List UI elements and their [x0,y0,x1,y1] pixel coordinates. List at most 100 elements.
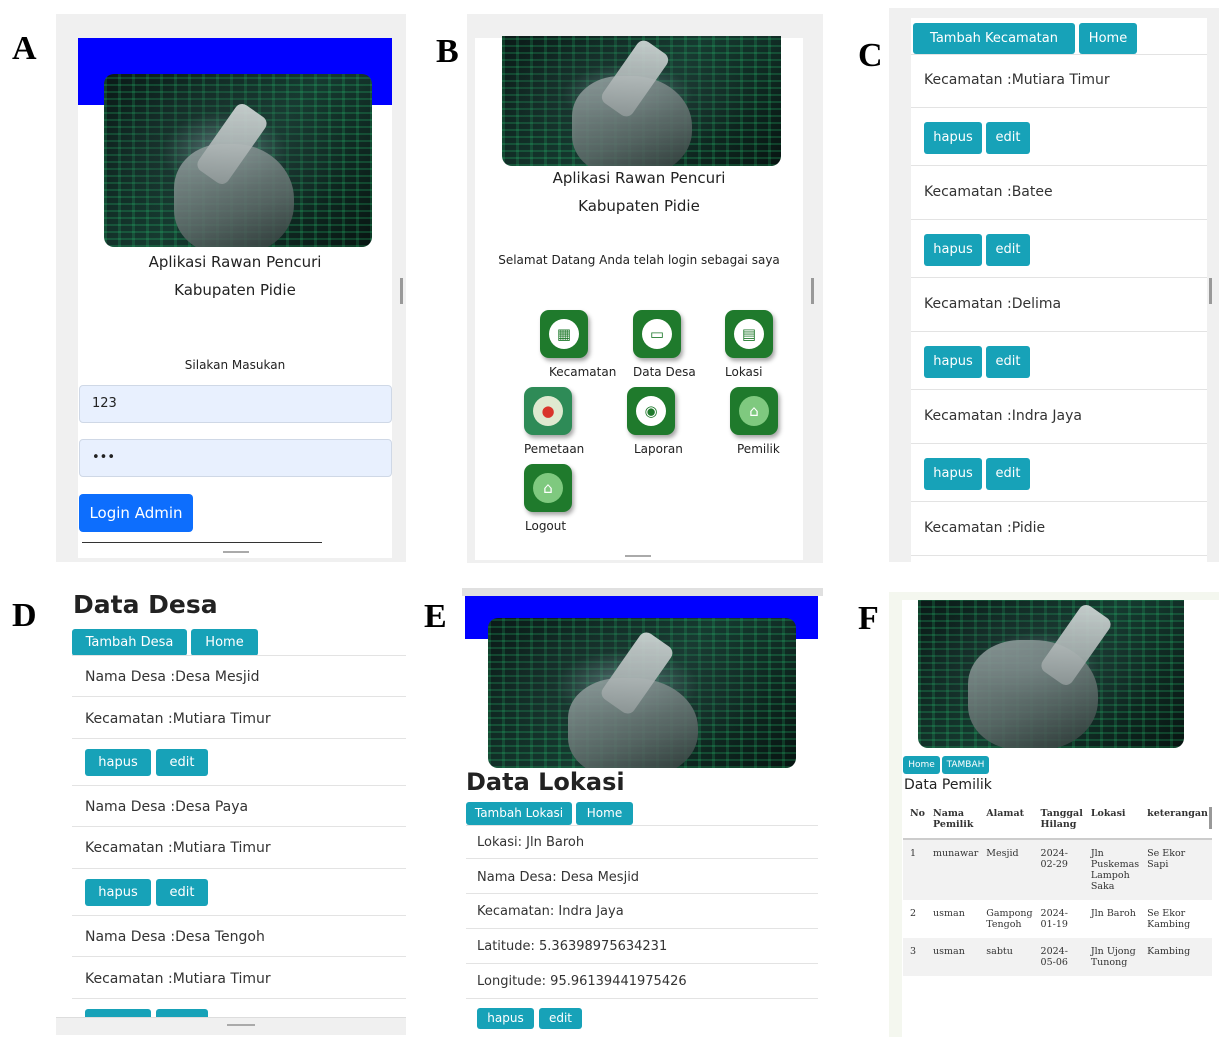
hapus-button[interactable]: hapus [924,458,982,490]
kecamatan-item: Kecamatan :Pidie [924,520,1046,536]
top-bar [462,588,823,596]
add-kecamatan-button[interactable]: Tambah Kecamatan Baru [913,23,1075,77]
row-divider [72,738,406,739]
cell-alamat: sabtu [986,946,1013,957]
hero-image [104,74,372,247]
monitor-icon: ▭ [649,325,665,343]
resize-grip[interactable] [227,1024,255,1026]
table-row: 2 usman Gampong Tengoh 2024-01-19 Jln Ba… [903,900,1212,938]
panel-label-f: F [858,600,879,637]
add-lokasi-button[interactable]: Tambah Lokasi [466,802,572,825]
lokasi-menu-button[interactable]: ▤ [725,310,773,358]
desa-screen: Data Desa Tambah Desa Home Nama Desa :De… [56,588,406,1035]
row-divider [911,219,1207,220]
kecamatan-menu-label[interactable]: Kecamatan [549,365,616,379]
map-book-icon: ▦ [556,325,572,343]
lokasi-menu-label[interactable]: Lokasi [725,365,763,379]
dashboard-screen: Aplikasi Rawan Pencuri Kabupaten Pidie S… [467,14,823,563]
desa-kecamatan: Kecamatan :Mutiara Timur [85,971,271,987]
home-button[interactable]: Home [903,756,940,774]
edit-button[interactable]: edit [539,1008,582,1029]
row-divider [466,825,818,826]
pemilik-menu-button[interactable]: ⌂ [730,387,778,435]
scrollbar-handle[interactable] [400,278,403,304]
welcome-text: Selamat Datang Anda telah login sebagai … [498,253,780,267]
edit-button[interactable]: edit [986,234,1030,266]
edit-button[interactable]: edit [986,458,1030,490]
cell-alamat: Gampong Tengoh [986,908,1033,930]
logout-menu-label[interactable]: Logout [525,519,566,533]
hapus-button[interactable]: hapus [477,1008,534,1029]
desa-kecamatan: Kecamatan :Mutiara Timur [85,711,271,727]
lokasi-screen: Data Lokasi Tambah Lokasi Home Lokasi: J… [462,588,823,1036]
laporan-menu-button[interactable]: ◉ [627,387,675,435]
row-divider [72,868,406,869]
resize-grip[interactable] [625,555,651,557]
page-title: Data Desa [73,590,218,619]
cell-alamat: Mesjid [986,848,1019,859]
password-field[interactable]: ••• [79,439,392,477]
row-divider [911,277,1207,278]
table-header-row: No Nama Pemilik Alamat Tanggal Hilang Lo… [903,800,1212,839]
username-field[interactable]: 123 [79,385,392,423]
app-title-line2: Kabupaten Pidie [174,281,296,299]
hapus-button[interactable]: hapus [924,234,982,266]
divider [82,542,322,543]
app-title-line1: Aplikasi Rawan Pencuri [148,253,322,271]
edit-button[interactable]: edit [156,749,208,776]
row-divider [466,998,818,999]
pemetaan-menu-label[interactable]: Pemetaan [524,442,584,456]
pemilik-screen: Home TAMBAH Data Pemilik No Nama Pemilik… [889,592,1219,1037]
pemilik-menu-label[interactable]: Pemilik [737,442,780,456]
table-row: 3 usman sabtu 2024-05-06 Jln Ujong Tunon… [903,938,1212,976]
home-button[interactable]: Home [576,802,633,825]
cell-no: 2 [910,908,917,919]
scrollbar-handle[interactable] [1209,807,1212,829]
add-desa-button[interactable]: Tambah Desa [72,629,187,656]
data-desa-menu-button[interactable]: ▭ [633,310,681,358]
row-divider [72,696,406,697]
pemetaan-menu-button[interactable]: ● [524,387,572,435]
cell-nama: usman [933,946,965,957]
house-icon: ⌂ [749,402,759,420]
cell-keterangan: Se Ekor Sapi [1147,848,1186,870]
cell-no: 1 [910,848,917,859]
panel-label-d: D [12,597,37,634]
page-title: Data Lokasi [466,768,625,796]
login-button[interactable]: Login Admin [79,494,193,532]
app-title-line1: Aplikasi Rawan Pencuri [552,169,726,187]
row-divider [72,826,406,827]
panel-label-c: C [858,37,883,74]
kecamatan-item: Kecamatan :Batee [924,184,1053,200]
kecamatan-menu-button[interactable]: ▦ [540,310,588,358]
row-divider [911,443,1207,444]
hero-image [488,618,796,768]
add-pemilik-button[interactable]: TAMBAH [942,756,989,774]
header-no: No [910,808,926,819]
home-button[interactable]: Home [1079,23,1137,54]
resize-grip[interactable] [223,551,249,553]
hapus-button[interactable]: hapus [924,346,982,378]
cell-lokasi: Jln Ujong Tunong [1090,946,1136,968]
edit-button[interactable]: edit [156,879,208,906]
table-row: 1 munawar Mesjid 2024-02-29 Jln Puskemas… [903,839,1212,900]
scrollbar-handle[interactable] [1209,278,1212,304]
edit-button[interactable]: edit [986,122,1030,154]
row-divider [911,501,1207,502]
hapus-button[interactable]: hapus [85,749,151,776]
row-divider [72,998,406,999]
hapus-button[interactable]: hapus [85,879,151,906]
app-title-line2: Kabupaten Pidie [578,197,700,215]
data-desa-menu-label[interactable]: Data Desa [633,365,696,379]
house-icon: ⌂ [543,479,553,497]
logout-menu-button[interactable]: ⌂ [524,464,572,512]
home-button[interactable]: Home [191,629,258,656]
scrollbar-handle[interactable] [811,278,814,304]
cell-lokasi: Jln Baroh [1090,908,1136,919]
laporan-menu-label[interactable]: Laporan [634,442,683,456]
hapus-button[interactable]: hapus [924,122,982,154]
panel-label-e: E [424,598,447,635]
edit-button[interactable]: edit [986,346,1030,378]
row-divider [466,893,818,894]
pemilik-table: No Nama Pemilik Alamat Tanggal Hilang Lo… [903,800,1212,976]
